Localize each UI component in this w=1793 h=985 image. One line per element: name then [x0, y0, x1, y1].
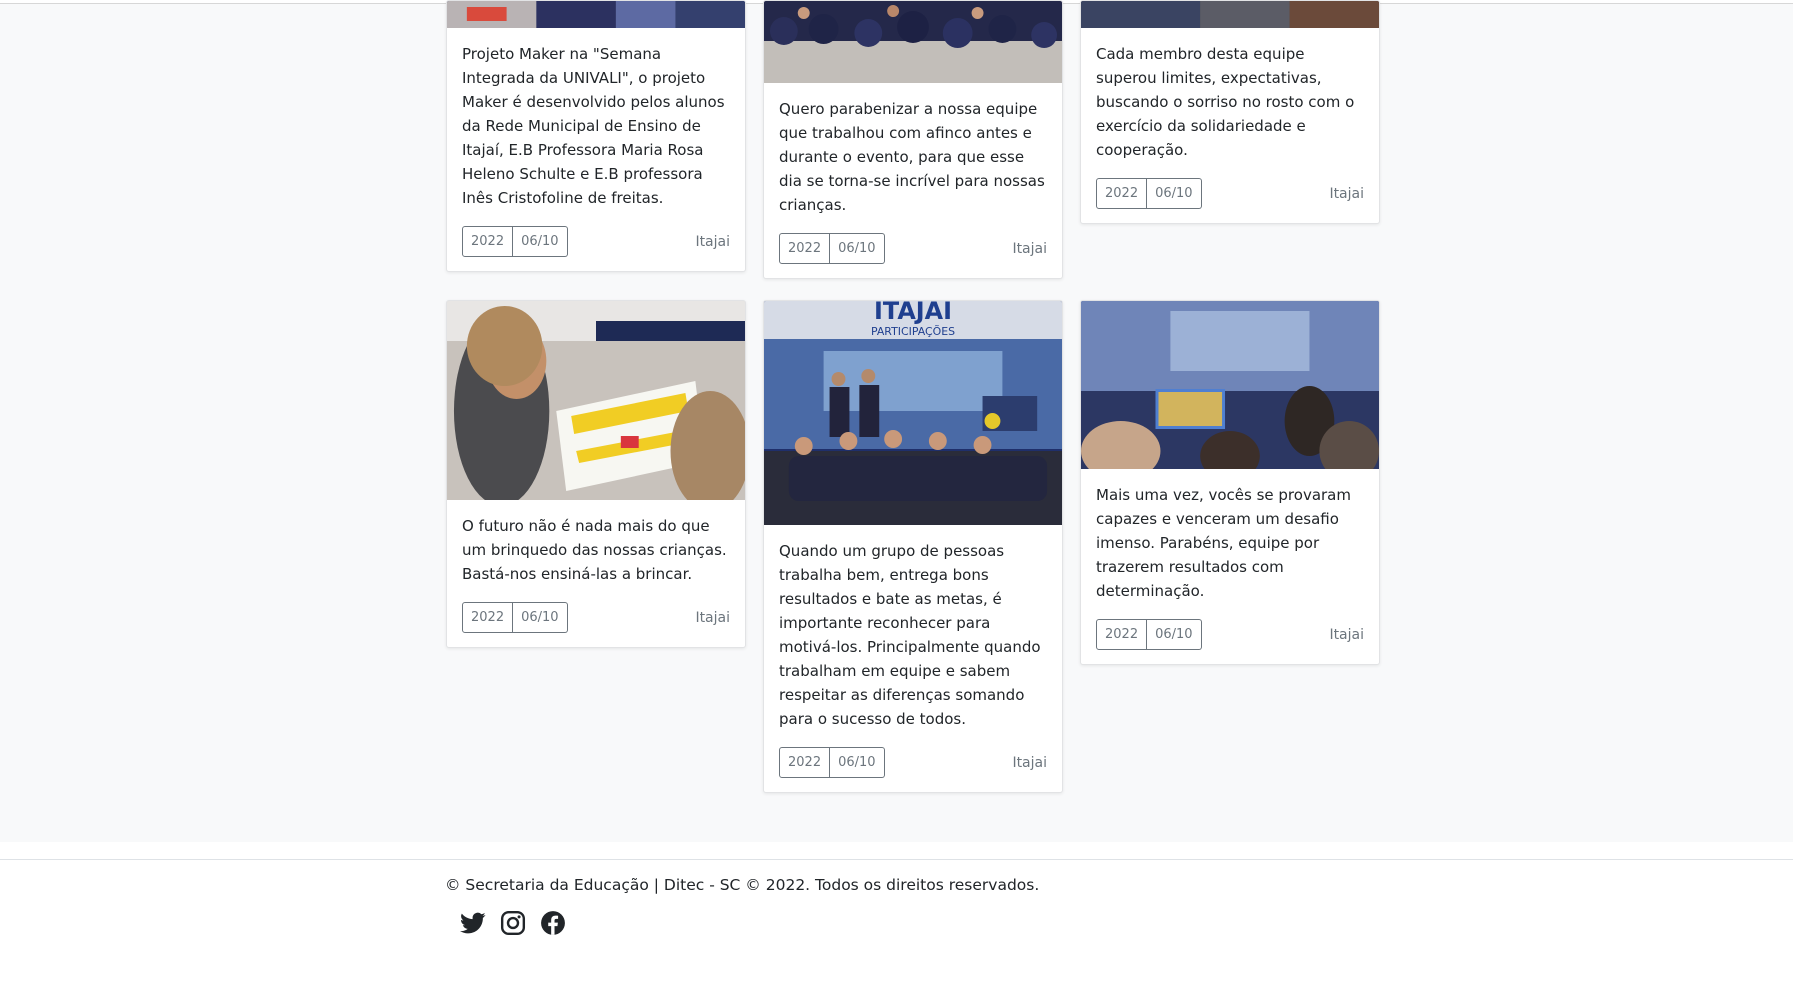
- date-badge-group: 2022 06/10: [779, 747, 885, 778]
- year-badge[interactable]: 2022: [462, 602, 514, 633]
- signage-sub: PARTICIPAÇÕES: [871, 325, 955, 338]
- news-text: O futuro não é nada mais do que um brinq…: [462, 517, 727, 583]
- news-text: Quando um grupo de pessoas trabalha bem,…: [779, 542, 1041, 728]
- date-badge-group: 2022 06/10: [462, 602, 568, 633]
- news-text: Projeto Maker na "Semana Integrada da UN…: [462, 45, 725, 207]
- signage-brand: ITAJAI: [874, 301, 952, 325]
- news-photo[interactable]: [447, 1, 745, 28]
- city-label: Itajai: [1012, 754, 1047, 771]
- year-badge[interactable]: 2022: [779, 747, 831, 778]
- date-badge-group: 2022 06/10: [1096, 619, 1202, 650]
- news-card: Quero parabenizar a nossa equipe que tra…: [763, 0, 1063, 279]
- news-text: Quero parabenizar a nossa equipe que tra…: [779, 100, 1045, 214]
- year-badge[interactable]: 2022: [1096, 178, 1148, 209]
- date-badge[interactable]: 06/10: [513, 226, 568, 257]
- news-photo[interactable]: [1081, 301, 1379, 469]
- news-text: Mais uma vez, vocês se provaram capazes …: [1096, 486, 1351, 600]
- news-card: ITAJAI PARTICIPAÇÕES Quando um grupo de …: [763, 300, 1063, 793]
- social-links: [445, 910, 1039, 940]
- news-card: Projeto Maker na "Semana Integrada da UN…: [446, 0, 746, 272]
- city-label: Itajai: [1012, 240, 1047, 257]
- date-badge[interactable]: 06/10: [513, 602, 568, 633]
- news-card: Cada membro desta equipe superou limites…: [1080, 0, 1380, 224]
- date-badge[interactable]: 06/10: [1147, 619, 1202, 650]
- date-badge-group: 2022 06/10: [462, 226, 568, 257]
- city-label: Itajai: [1329, 626, 1364, 643]
- news-card: Mais uma vez, vocês se provaram capazes …: [1080, 300, 1380, 665]
- city-label: Itajai: [695, 233, 730, 250]
- year-badge[interactable]: 2022: [779, 233, 831, 264]
- city-label: Itajai: [695, 609, 730, 626]
- news-text: Cada membro desta equipe superou limites…: [1096, 45, 1355, 159]
- year-badge[interactable]: 2022: [1096, 619, 1148, 650]
- city-label: Itajai: [1329, 185, 1364, 202]
- date-badge[interactable]: 06/10: [830, 747, 885, 778]
- year-badge[interactable]: 2022: [462, 226, 514, 257]
- date-badge-group: 2022 06/10: [1096, 178, 1202, 209]
- news-photo[interactable]: [447, 301, 745, 500]
- news-photo[interactable]: [1081, 1, 1379, 28]
- news-photo[interactable]: ITAJAI PARTICIPAÇÕES: [764, 301, 1062, 525]
- copyright-text: © Secretaria da Educação | Ditec - SC © …: [445, 876, 1040, 894]
- news-grid: Projeto Maker na "Semana Integrada da UN…: [0, 0, 1793, 842]
- instagram-icon[interactable]: [500, 910, 530, 940]
- date-badge-group: 2022 06/10: [779, 233, 885, 264]
- date-badge[interactable]: 06/10: [830, 233, 885, 264]
- news-card: O futuro não é nada mais do que um brinq…: [446, 300, 746, 648]
- twitter-icon[interactable]: [460, 910, 490, 940]
- date-badge[interactable]: 06/10: [1147, 178, 1202, 209]
- footer: © Secretaria da Educação | Ditec - SC © …: [445, 876, 1039, 940]
- footer-divider: [0, 859, 1793, 860]
- news-photo[interactable]: [764, 1, 1062, 83]
- facebook-icon[interactable]: [540, 910, 570, 940]
